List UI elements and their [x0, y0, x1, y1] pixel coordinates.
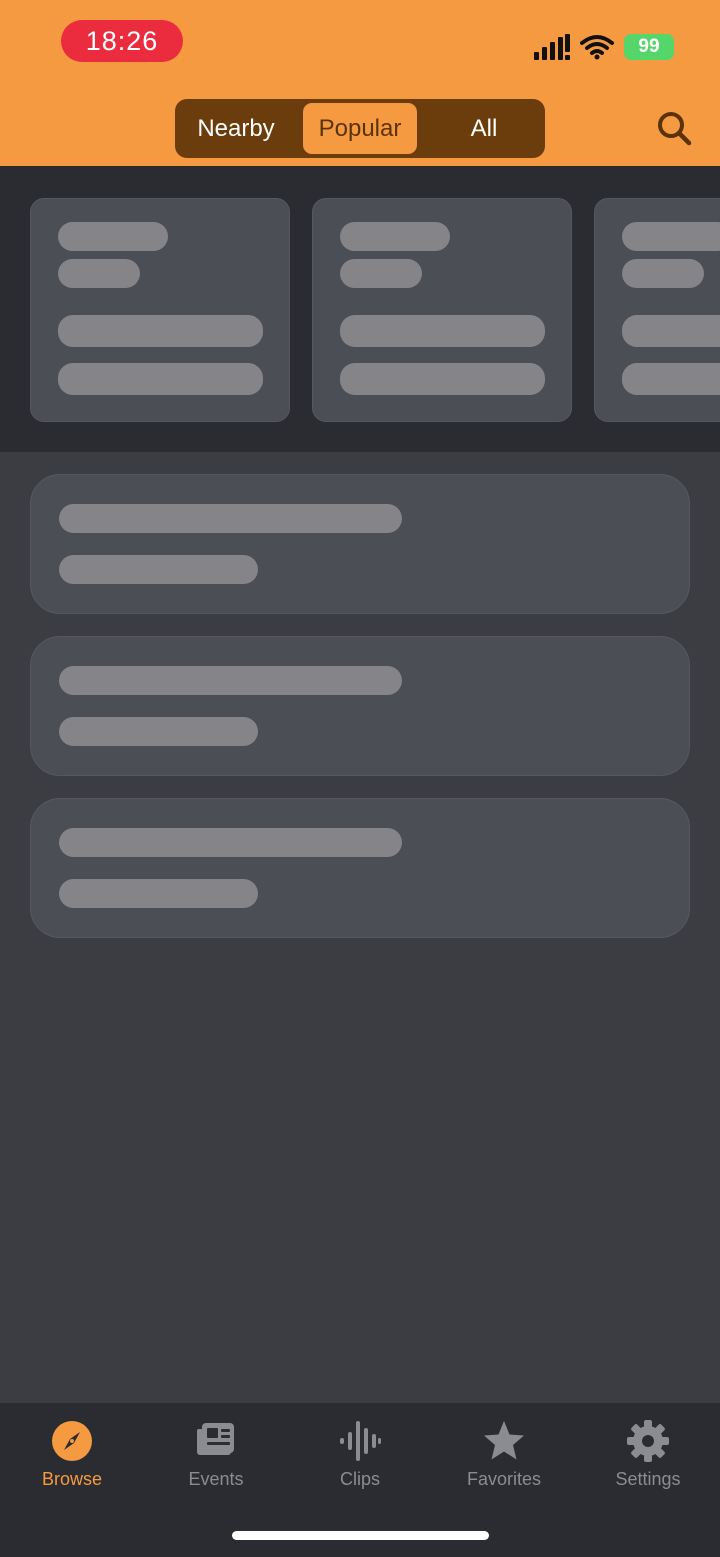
skeleton-line: [59, 555, 258, 584]
star-icon: [484, 1421, 524, 1460]
tab-browse[interactable]: Browse: [0, 1403, 144, 1515]
skeleton-list-item[interactable]: [30, 474, 690, 614]
skeleton-line: [340, 259, 422, 288]
skeleton-line: [340, 222, 450, 251]
battery-indicator: 99: [624, 34, 674, 60]
gear-icon: [627, 1420, 669, 1462]
skeleton-line: [58, 315, 263, 347]
segment-nearby[interactable]: Nearby: [175, 103, 297, 154]
home-indicator[interactable]: [232, 1531, 489, 1540]
tab-events[interactable]: Events: [144, 1403, 288, 1515]
skeleton-line: [622, 363, 720, 395]
battery-level: 99: [638, 36, 660, 57]
skeleton-line: [58, 363, 263, 395]
skeleton-line: [59, 828, 402, 857]
tab-label: Favorites: [466, 1469, 542, 1489]
segment-popular[interactable]: Popular: [303, 103, 417, 154]
skeleton-line: [622, 222, 720, 251]
wifi-icon: [580, 35, 614, 60]
skeleton-list-item[interactable]: [30, 798, 690, 938]
skeleton-line: [58, 259, 140, 288]
compass-icon: [52, 1421, 92, 1461]
tab-settings[interactable]: Settings: [576, 1403, 720, 1515]
skeleton-line: [59, 666, 402, 695]
waveform-icon: [340, 1421, 381, 1461]
tab-label: Browse: [41, 1469, 103, 1489]
cellular-signal-icon: [534, 34, 570, 60]
skeleton-line: [340, 363, 545, 395]
tab-label: Clips: [339, 1469, 380, 1489]
skeleton-list-item[interactable]: [30, 636, 690, 776]
status-time: 18:26: [61, 20, 183, 62]
newspaper-icon: [197, 1423, 234, 1455]
segment-all[interactable]: All: [423, 103, 545, 154]
skeleton-line: [622, 259, 704, 288]
tab-label: Events: [188, 1469, 244, 1489]
skeleton-line: [58, 222, 168, 251]
skeleton-line: [622, 315, 720, 347]
featured-carousel[interactable]: [0, 168, 720, 452]
tab-clips[interactable]: Clips: [288, 1403, 432, 1515]
skeleton-line: [59, 504, 402, 533]
skeleton-line: [59, 879, 258, 908]
skeleton-line: [340, 315, 545, 347]
search-icon[interactable]: [656, 110, 692, 146]
top-header: 18:26 99 Nearby Popular All: [0, 0, 720, 168]
status-icons: 99: [534, 30, 674, 64]
tab-label: Settings: [615, 1469, 681, 1489]
tab-bar: Browse Events Clips Favorites Settings: [0, 1403, 720, 1515]
skeleton-line: [59, 717, 258, 746]
tab-favorites[interactable]: Favorites: [432, 1403, 576, 1515]
segmented-control: Nearby Popular All: [175, 99, 545, 158]
skeleton-card[interactable]: [30, 198, 290, 422]
home-indicator-area: [0, 1515, 720, 1557]
skeleton-card[interactable]: [312, 198, 572, 422]
skeleton-card[interactable]: [594, 198, 720, 422]
